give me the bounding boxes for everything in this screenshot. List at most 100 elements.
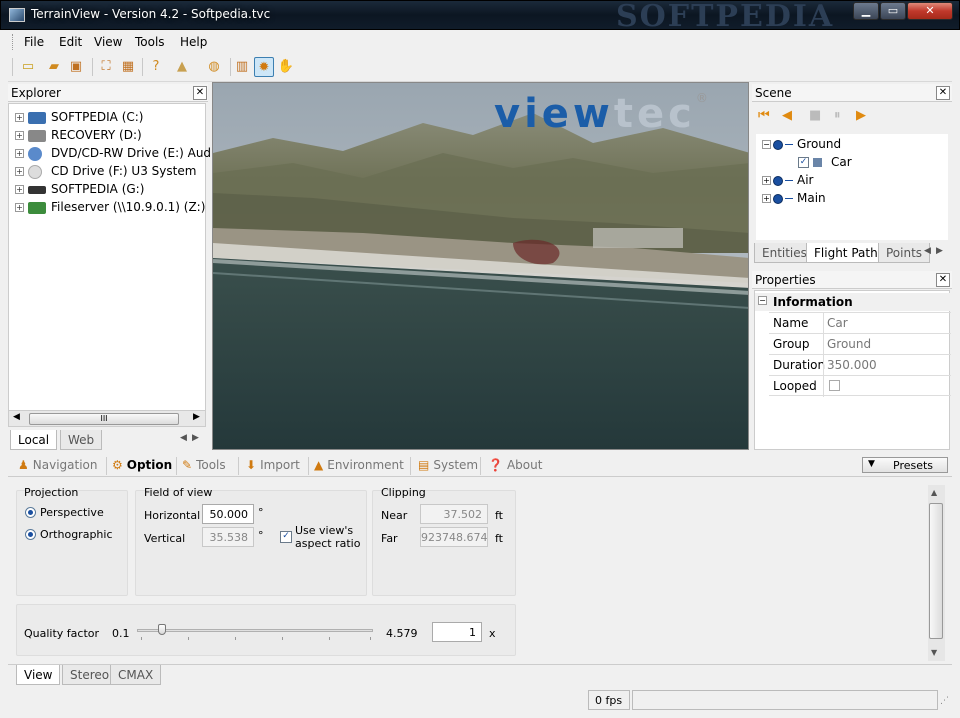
car-visible-checkbox[interactable]: ✓ [798,157,809,168]
ruler-icon[interactable]: ▥ [232,57,252,77]
property-row-group[interactable]: Group Ground [769,333,951,355]
property-row-duration[interactable]: Duration 350.000 [769,354,951,376]
save-icon[interactable]: ▣ [66,57,86,77]
entity-icon [813,158,822,167]
tab-stereo[interactable]: Stereo [62,665,118,685]
tab-system[interactable]: ▤ System [418,458,478,472]
maximize-button[interactable]: ▭ [880,2,906,20]
properties-close-icon[interactable]: ✕ [936,273,950,287]
perspective-radio[interactable] [25,507,36,518]
menu-grip [12,34,15,50]
scroll-right-icon[interactable]: ▶ [193,412,200,422]
options-vscrollbar[interactable]: ▲ ▼ [928,485,945,661]
close-button[interactable]: ✕ [907,2,953,20]
tab-navigation[interactable]: ♟ Navigation [18,458,98,472]
fit-view-icon[interactable]: ⛶ [96,57,116,77]
tab-view[interactable]: View [16,665,61,685]
tab-scroll-right-icon[interactable]: ▶ [192,433,199,443]
drive-item[interactable]: + RECOVERY (D:) [15,128,142,146]
new-file-icon[interactable]: ▭ [18,57,38,77]
expand-icon[interactable]: + [15,185,24,194]
tab-about[interactable]: ❓ About [488,458,542,472]
tab-scroll-left-icon[interactable]: ◀ [924,246,931,256]
scene-close-icon[interactable]: ✕ [936,86,950,100]
tab-local[interactable]: Local [10,430,58,450]
scene-node-air[interactable]: + Air [762,173,813,187]
quality-min: 0.1 [112,627,130,640]
tab-scroll-left-icon[interactable]: ◀ [180,433,187,443]
scene-node-ground[interactable]: − Ground [762,137,841,151]
rewind-icon[interactable]: ◀ [782,108,792,123]
property-row-looped[interactable]: Looped [769,375,951,397]
expand-icon[interactable]: + [15,131,24,140]
property-row-name[interactable]: Name Car [769,312,951,334]
fps-readout: 0 fps [588,690,630,710]
tab-points[interactable]: Points [878,243,931,263]
menu-file[interactable]: File [24,35,44,49]
expand-icon[interactable]: + [15,149,24,158]
quality-slider-thumb[interactable] [158,624,166,635]
first-frame-icon[interactable]: ⏮ [758,108,770,123]
play-icon[interactable]: ▶ [856,108,866,123]
scene-node-main[interactable]: + Main [762,191,826,205]
quality-factor-input[interactable]: 1 [432,622,482,642]
drive-item[interactable]: + CD Drive (F:) U3 System [15,164,196,182]
minimize-button[interactable]: ▁ [853,2,879,20]
help-icon[interactable]: ? [146,57,166,77]
sun-icon[interactable]: ✹ [254,57,274,77]
expand-icon[interactable]: + [15,113,24,122]
drive-item[interactable]: + SOFTPEDIA (C:) [15,110,144,128]
horizontal-fov-input[interactable]: 50.000 [202,504,254,524]
expand-icon[interactable]: + [15,167,24,176]
stop-icon[interactable]: ■ [809,108,821,123]
looped-checkbox[interactable] [829,380,840,391]
collapse-icon[interactable]: − [762,140,771,149]
app-icon [9,8,25,22]
scroll-thumb[interactable] [929,503,943,639]
quality-slider-track[interactable] [137,629,373,632]
properties-title: Properties [755,273,816,287]
degree-unit: ° [258,506,264,519]
orthographic-radio[interactable] [25,529,36,540]
expand-icon[interactable]: + [762,194,771,203]
grid-icon[interactable]: ▦ [118,57,138,77]
open-folder-icon[interactable]: ▰ [44,57,64,77]
expand-icon[interactable]: + [762,176,771,185]
menu-edit[interactable]: Edit [59,35,82,49]
globe-icon[interactable]: ◍ [204,57,224,77]
tab-cmax[interactable]: CMAX [110,665,162,685]
drive-item[interactable]: + Fileserver (\\10.9.0.1) (Z:) [15,200,205,218]
scene-node-car[interactable]: ✓ Car [798,155,852,169]
tab-import[interactable]: ⬇ Import [246,458,300,472]
help-icon: ❓ [488,458,503,472]
terrain-icon[interactable]: ▲ [172,57,192,77]
tab-web[interactable]: Web [60,430,103,450]
near-clip-input: 37.502 [420,504,488,524]
tab-tools[interactable]: ✎ Tools [182,458,226,472]
drive-item[interactable]: + SOFTPEDIA (G:) [15,182,144,200]
tab-environment[interactable]: ▲ Environment [314,458,404,472]
scroll-thumb[interactable]: III [29,413,179,425]
presets-button[interactable]: ▼ Presets [862,457,948,473]
scroll-left-icon[interactable]: ◀ [13,412,20,422]
tab-scroll-right-icon[interactable]: ▶ [936,246,943,256]
terrain-viewport[interactable]: viewtec® [212,82,749,450]
fov-title: Field of view [144,486,213,499]
options-tabs: ♟ Navigation ⚙ Option ✎ Tools ⬇ Import ▲ Envi… [8,455,952,477]
explorer-close-icon[interactable]: ✕ [193,86,207,100]
menu-view[interactable]: View [94,35,122,49]
hand-icon[interactable]: ✋ [276,57,296,77]
explorer-hscrollbar[interactable]: ◀ III ▶ [8,410,206,427]
drive-item[interactable]: + DVD/CD-RW Drive (E:) Audio [15,146,222,164]
expand-icon[interactable]: + [15,203,24,212]
aspect-ratio-checkbox[interactable]: ✓ [280,531,292,543]
scroll-down-icon[interactable]: ▼ [931,648,937,657]
pause-icon[interactable]: ⏸ [834,108,841,123]
resize-grip-icon[interactable]: ⋰ [940,696,949,706]
network-drive-icon [28,201,46,214]
menu-tools[interactable]: Tools [135,35,165,49]
tab-option[interactable]: ⚙ Option [112,458,172,472]
menu-help[interactable]: Help [180,35,207,49]
scroll-up-icon[interactable]: ▲ [931,488,937,497]
collapse-icon[interactable]: − [758,296,767,305]
